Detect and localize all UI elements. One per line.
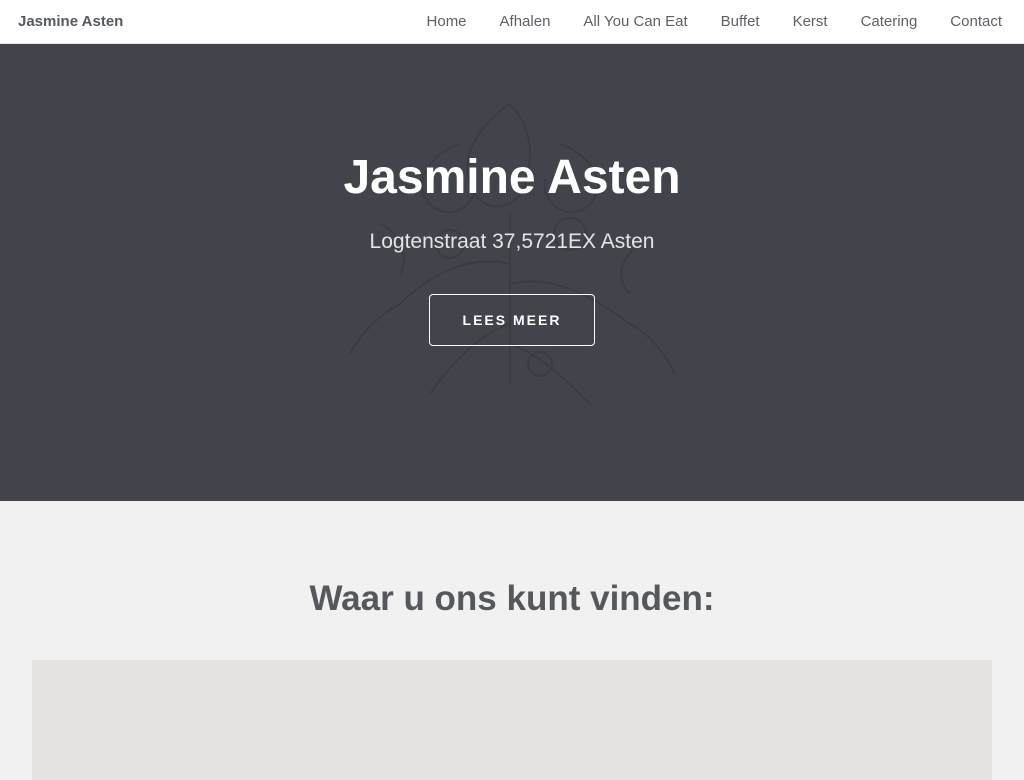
top-navbar: Jasmine Asten Home Afhalen All You Can E… (0, 0, 1024, 44)
hero-content: Jasmine Asten Logtenstraat 37,5721EX Ast… (0, 44, 1024, 501)
nav-link-afhalen[interactable]: Afhalen (500, 13, 551, 30)
brand-link[interactable]: Jasmine Asten (18, 13, 123, 30)
nav-link-buffet[interactable]: Buffet (721, 13, 760, 30)
nav-link-kerst[interactable]: Kerst (793, 13, 828, 30)
hero-address: Logtenstraat 37,5721EX Asten (369, 230, 655, 253)
hero-title: Jasmine Asten (343, 151, 681, 204)
nav-link-catering[interactable]: Catering (861, 13, 918, 30)
location-section: Waar u ons kunt vinden: (0, 501, 1024, 780)
hero-section: Jasmine Asten Logtenstraat 37,5721EX Ast… (0, 44, 1024, 501)
nav-links: Home Afhalen All You Can Eat Buffet Kers… (394, 13, 1002, 30)
nav-link-all-you-can-eat[interactable]: All You Can Eat (583, 13, 687, 30)
nav-link-contact[interactable]: Contact (950, 13, 1002, 30)
map-embed[interactable] (32, 660, 992, 780)
nav-link-home[interactable]: Home (427, 13, 467, 30)
location-heading: Waar u ons kunt vinden: (309, 579, 715, 618)
lees-meer-button[interactable]: LEES MEER (429, 294, 595, 346)
